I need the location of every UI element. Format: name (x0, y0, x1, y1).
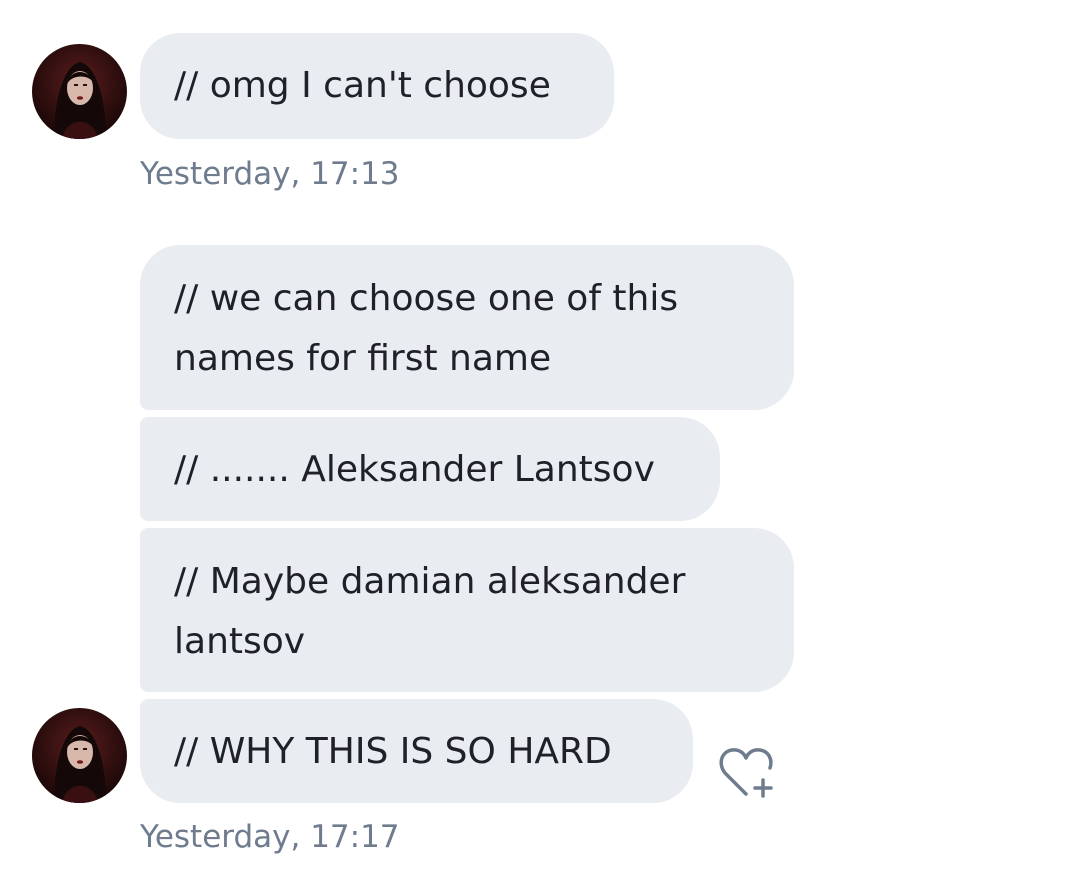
avatar[interactable] (32, 708, 127, 803)
message-timestamp: Yesterday, 17:13 (140, 156, 400, 192)
message-bubble[interactable]: // we can choose one of this names for f… (140, 245, 794, 410)
message-bubble[interactable]: // Maybe damian aleksander lantsov (140, 528, 794, 692)
message-bubble[interactable]: // WHY THIS IS SO HARD (140, 699, 693, 803)
message-bubble[interactable]: // omg I can't choose (140, 33, 614, 139)
message-bubble[interactable]: // ....... Aleksander Lantsov (140, 417, 720, 521)
message-timestamp: Yesterday, 17:17 (140, 819, 400, 855)
avatar[interactable] (32, 44, 127, 139)
heart-plus-icon[interactable] (716, 744, 778, 802)
